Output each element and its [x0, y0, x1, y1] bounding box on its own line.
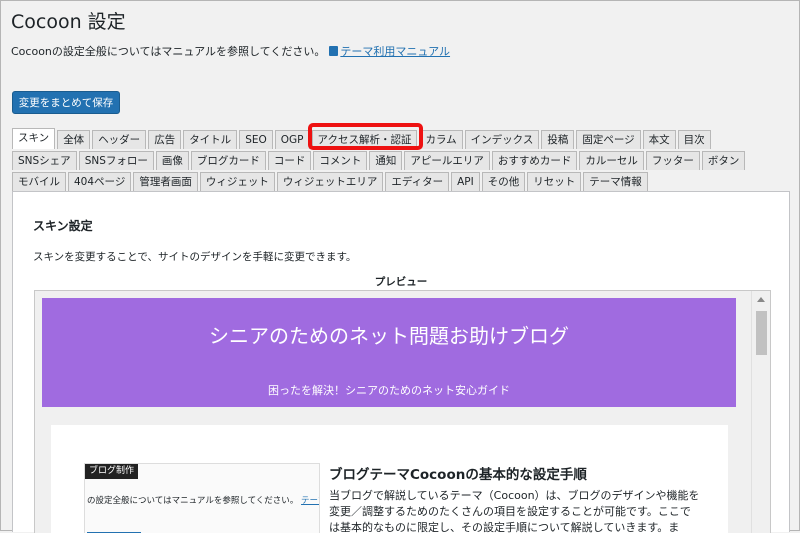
tab-row: SNSシェア SNSフォロー 画像 ブログカード コード コメント 通知 アピールエリア おすす… [12, 149, 792, 170]
scrollbar-thumb[interactable] [756, 311, 767, 355]
tab-item[interactable]: テーマ情報 [583, 172, 648, 191]
book-icon [329, 46, 339, 56]
tab-item[interactable]: ボタン [701, 151, 746, 170]
tab-item[interactable]: 投稿 [541, 130, 575, 149]
tab-item[interactable]: SNSシェア [12, 151, 77, 170]
tab-item[interactable]: フッター [645, 151, 700, 170]
thumbnail-text: の設定全般についてはマニュアルを参照してください。 テーマ利用マニ [87, 494, 319, 506]
tab-item[interactable]: 管理者画面 [133, 172, 198, 191]
tab-item[interactable]: 404ページ [68, 172, 132, 191]
manual-link[interactable]: テーマ利用マニュアル [340, 45, 450, 58]
intro-text: Cocoonの設定全般についてはマニュアルを参照してください。 テーマ利用マニュア… [11, 43, 450, 59]
tab-item[interactable]: ウィジェット [199, 172, 275, 191]
tab-item[interactable]: エディター [385, 172, 450, 191]
preview-article-card[interactable]: ブログ制作 の設定全般についてはマニュアルを参照してください。 テーマ利用マニ … [51, 425, 728, 533]
tab-item[interactable]: スキン [12, 128, 56, 149]
save-all-button[interactable]: 変更をまとめて保存 [12, 91, 120, 114]
tab-item[interactable]: コード [267, 151, 312, 170]
tab-item[interactable]: 全体 [57, 130, 91, 149]
page-title: Cocoon 設定 [11, 11, 126, 33]
tab-item[interactable]: OGP [274, 130, 310, 149]
tab-item[interactable]: その他 [481, 172, 526, 191]
tab-item[interactable]: 固定ページ [576, 130, 641, 149]
tab-item[interactable]: 目次 [677, 130, 711, 149]
tab-item[interactable]: おすすめカード [491, 151, 578, 170]
tab-row: スキン 全体 ヘッダー 広告 タイトル SEO OGP アクセス解析・認証 カラム インデックス投… [12, 128, 792, 149]
tab-item[interactable]: ヘッダー [92, 130, 147, 149]
skin-preview-frame[interactable]: シニアのためのネット問題お助けブログ 困ったを解決！シニアのためのネット安心ガイ… [34, 290, 771, 533]
tab-item[interactable]: タイトル [183, 130, 238, 149]
thumbnail-caption: の設定全般についてはマニュアルを参照してください。 [87, 496, 299, 506]
tab-row: モバイル 404ページ 管理者画面 ウィジェット ウィジェットエリア エディター API その… [12, 170, 792, 191]
scroll-up-arrow-icon[interactable] [757, 297, 765, 302]
settings-tabs: スキン 全体 ヘッダー 広告 タイトル SEO OGP アクセス解析・認証 カラム インデックス投… [12, 128, 792, 191]
section-heading: スキン設定 [33, 219, 93, 233]
tab-item[interactable]: 画像 [155, 151, 189, 170]
tab-item[interactable]: 広告 [148, 130, 182, 149]
tab-item[interactable]: ウィジェットエリア [276, 172, 384, 191]
category-badge: ブログ制作 [85, 464, 139, 479]
tab-item[interactable]: リセット [527, 172, 582, 191]
tab-item[interactable]: API [451, 172, 480, 191]
tab-item[interactable]: インデックス [464, 130, 540, 149]
preview-label: プレビュー [374, 276, 428, 288]
article-title: ブログテーマCocoonの基本的な設定手順 [329, 467, 587, 483]
tab-item[interactable]: カルーセル [579, 151, 644, 170]
section-description: スキンを変更することで、サイトのデザインを手軽に変更できます。 [33, 251, 357, 263]
skin-settings-panel: スキン設定 スキンを変更することで、サイトのデザインを手軽に変更できます。 プレ… [12, 191, 790, 533]
tab-item[interactable]: モバイル [12, 172, 66, 191]
tab-item[interactable]: アクセス解析・認証 [311, 130, 418, 149]
intro-description: Cocoonの設定全般についてはマニュアルを参照してください。 [11, 45, 326, 58]
tab-item[interactable]: SEO [239, 130, 273, 149]
tab-item[interactable]: コメント [313, 151, 368, 170]
tab-item[interactable]: アピールエリア [404, 151, 490, 170]
tab-item[interactable]: SNSフォロー [78, 151, 154, 170]
tab-item[interactable]: 通知 [369, 151, 403, 170]
tab-item[interactable]: 本文 [642, 130, 676, 149]
preview-site-tagline: 困ったを解決！シニアのためのネット安心ガイド [268, 384, 510, 397]
thumbnail-link: テーマ利用マニ [301, 496, 319, 506]
preview-site-title: シニアのためのネット問題お助けブログ [209, 324, 569, 348]
tab-item[interactable]: ブログカード [190, 151, 266, 170]
article-excerpt: 当ブログで解説しているテーマ（Cocoon）は、ブログのデザインや機能を変更／調… [329, 489, 700, 533]
preview-site-header: シニアのためのネット問題お助けブログ 困ったを解決！シニアのためのネット安心ガイ… [42, 298, 736, 407]
preview-scrollbar[interactable] [751, 291, 770, 533]
tab-item[interactable]: カラム [419, 130, 463, 149]
article-thumbnail: ブログ制作 の設定全般についてはマニュアルを参照してください。 テーマ利用マニ [84, 463, 320, 533]
